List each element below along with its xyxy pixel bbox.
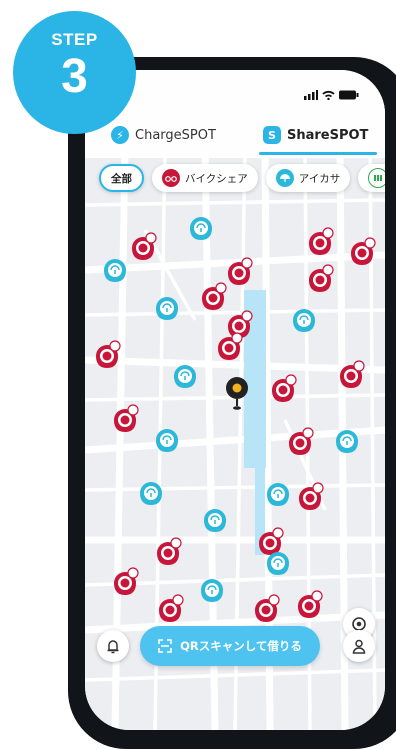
status-bar — [304, 90, 359, 100]
profile-button[interactable] — [343, 630, 375, 662]
filter-chip-bikeshare[interactable]: バイクシェア — [152, 164, 258, 192]
tab-chargespot-label: ChargeSPOT — [135, 127, 216, 143]
user-icon — [352, 639, 366, 654]
bike-icon — [162, 169, 180, 187]
umbrella-icon — [275, 169, 294, 187]
signal-icon — [304, 90, 318, 100]
step-number: 3 — [61, 50, 88, 103]
app-screen: ⚡ ChargeSPOT S ShareSPOT 全部 バイクシェア アイカサ — [85, 70, 385, 730]
filter-chip-umbrella[interactable]: アイカサ — [265, 164, 351, 192]
filter-chip-all-label: 全部 — [111, 172, 132, 185]
qr-scan-label: QRスキャンして借りる — [180, 639, 302, 653]
qr-scan-button[interactable]: QRスキャンして借りる — [140, 626, 320, 666]
bolt-icon: ⚡ — [111, 126, 129, 144]
filter-chip-bikeshare-label: バイクシェア — [185, 172, 248, 185]
qr-scan-icon — [158, 639, 172, 653]
tab-sharespot-label: ShareSPOT — [287, 127, 369, 143]
filter-chips: 全部 バイクシェア アイカサ — [99, 164, 385, 192]
active-tab-indicator — [259, 152, 377, 155]
wifi-icon — [322, 90, 335, 100]
filter-chip-umbrella-label: アイカサ — [298, 172, 341, 185]
tab-sharespot[interactable]: S ShareSPOT — [263, 126, 368, 144]
filter-chip-battery[interactable] — [358, 164, 385, 192]
sharespot-logo-icon: S — [263, 126, 281, 144]
step-label: STEP — [51, 30, 98, 49]
filter-chip-all[interactable]: 全部 — [99, 164, 144, 192]
battery-icon — [368, 168, 385, 188]
tab-chargespot[interactable]: ⚡ ChargeSPOT — [111, 126, 216, 144]
notification-button[interactable] — [97, 630, 129, 662]
bell-icon — [107, 639, 119, 653]
battery-status-icon — [339, 90, 359, 100]
step-badge: STEP 3 — [13, 11, 136, 134]
